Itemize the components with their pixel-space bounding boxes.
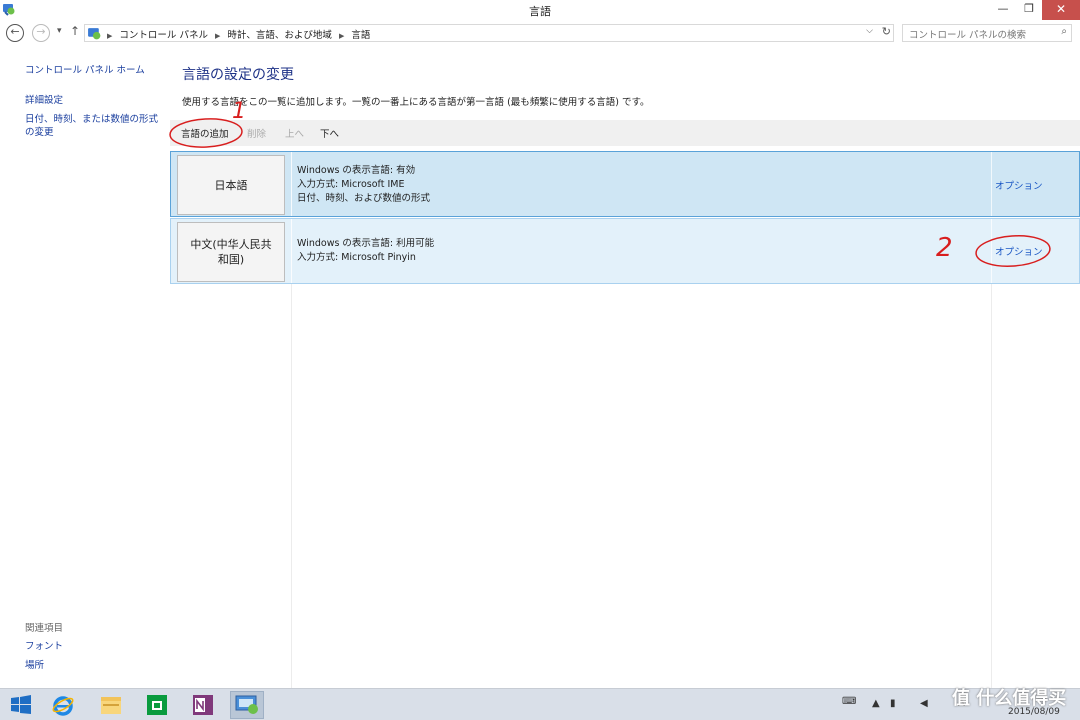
chevron-right-icon[interactable]: ▶ <box>339 32 344 40</box>
page-title: 言語の設定の変更 <box>182 67 294 83</box>
onenote-icon <box>193 695 213 715</box>
language-name-line2: 和国) <box>217 253 245 266</box>
search-input[interactable]: コントロール パネルの検索 ⌕ <box>902 24 1072 42</box>
clock-date[interactable]: 2015/08/09 <box>1008 707 1060 717</box>
date-time-format-link[interactable]: 日付、時刻、または数値の形式の変更 <box>25 113 165 139</box>
input-method: 入力方式: Microsoft IME <box>297 179 405 190</box>
related-heading: 関連項目 <box>25 623 64 634</box>
internet-explorer-icon <box>52 696 74 716</box>
volume-icon[interactable]: ◀ <box>920 698 928 709</box>
move-down-button[interactable]: 下へ <box>320 126 339 140</box>
language-info: Windows の表示言語: 有効 入力方式: Microsoft IME 日付… <box>297 164 430 206</box>
breadcrumb-control-panel[interactable]: コントロール パネル <box>119 30 208 41</box>
recent-locations-chevron-icon[interactable]: ▾ <box>57 26 62 36</box>
folder-icon <box>101 697 121 714</box>
display-language-status: Windows の表示言語: 有効 <box>297 165 416 176</box>
forward-button[interactable]: → <box>32 24 50 42</box>
show-hidden-icons-icon[interactable]: ▲ <box>872 698 880 709</box>
file-explorer-button[interactable] <box>94 691 128 719</box>
taskbar: ⌨ ▲ ▮ ◀ A <box>0 688 1080 720</box>
maximize-button[interactable]: ❐ <box>1016 0 1042 20</box>
input-method: 入力方式: Microsoft Pinyin <box>297 252 416 263</box>
onenote-button[interactable] <box>186 691 220 719</box>
network-icon[interactable]: ▮ <box>890 698 896 709</box>
grid-line <box>991 284 992 688</box>
window-title: 言語 <box>529 5 551 18</box>
page-description: 使用する言語をこの一覧に追加します。一覧の一番上にある言語が第一言語 (最も頻繁… <box>182 97 650 108</box>
language-row-japanese[interactable]: 日本語 Windows の表示言語: 有効 入力方式: Microsoft IM… <box>170 151 1080 217</box>
chevron-right-icon[interactable]: ▶ <box>215 32 220 40</box>
arrow-left-icon: ← <box>10 25 20 38</box>
fonts-link[interactable]: フォント <box>25 640 63 653</box>
language-row-chinese[interactable]: 中文(中华人民共 和国) Windows の表示言語: 利用可能 入力方式: M… <box>170 218 1080 284</box>
display-language-status: Windows の表示言語: 利用可能 <box>297 238 435 249</box>
windows-logo-icon <box>11 695 31 714</box>
divider <box>991 219 992 283</box>
language-info: Windows の表示言語: 利用可能 入力方式: Microsoft Piny… <box>297 237 434 265</box>
control-panel-icon <box>88 28 101 40</box>
options-link-chinese[interactable]: オプション <box>995 244 1043 258</box>
title-bar: 言語 — ❐ ✕ <box>0 0 1080 20</box>
close-button[interactable]: ✕ <box>1042 0 1080 20</box>
language-toolbar: 言語の追加 削除 上へ 下へ <box>170 120 1080 146</box>
address-bar[interactable]: ▶ コントロール パネル ▶ 時計、言語、および地域 ▶ 言語 ⌵ ↻ <box>84 24 894 42</box>
options-link-japanese[interactable]: オプション <box>995 178 1043 192</box>
keyboard-icon[interactable]: ⌨ <box>842 696 856 707</box>
control-panel-home-link[interactable]: コントロール パネル ホーム <box>25 64 145 77</box>
start-button[interactable] <box>4 691 38 719</box>
language-name: 日本語 <box>214 178 248 192</box>
advanced-settings-link[interactable]: 詳細設定 <box>25 94 63 107</box>
address-dropdown-icon[interactable]: ⌵ <box>866 26 873 36</box>
language-tile: 日本語 <box>177 155 285 215</box>
language-name-line1: 中文(中华人民共 <box>190 238 272 251</box>
internet-explorer-button[interactable] <box>46 691 80 719</box>
language-tile: 中文(中华人民共 和国) <box>177 222 285 282</box>
location-link[interactable]: 場所 <box>25 659 44 672</box>
divider <box>291 219 292 283</box>
divider <box>991 152 992 216</box>
store-button[interactable] <box>140 691 174 719</box>
grid-line <box>291 284 292 688</box>
format-status: 日付、時刻、および数値の形式 <box>297 193 431 204</box>
search-placeholder: コントロール パネルの検索 <box>909 30 1027 41</box>
arrow-right-icon: → <box>36 25 46 38</box>
remove-button[interactable]: 削除 <box>247 126 266 140</box>
breadcrumb-clock-language-region[interactable]: 時計、言語、および地域 <box>227 30 332 41</box>
back-button[interactable]: ← <box>6 24 24 42</box>
store-icon <box>147 695 167 715</box>
control-panel-icon <box>235 695 258 714</box>
move-up-button[interactable]: 上へ <box>285 126 304 140</box>
minimize-button[interactable]: — <box>990 0 1016 20</box>
up-arrow-icon[interactable]: ↑ <box>70 24 80 38</box>
chevron-right-icon: ▶ <box>107 32 113 40</box>
navigation-bar: ← → ▾ ↑ ▶ コントロール パネル ▶ 時計、言語、および地域 ▶ 言語 … <box>0 20 1080 46</box>
divider <box>291 152 292 216</box>
add-language-button[interactable]: 言語の追加 <box>181 126 229 140</box>
control-panel-taskbar-button[interactable] <box>230 691 264 719</box>
breadcrumb-language[interactable]: 言語 <box>351 30 370 41</box>
breadcrumb: ▶ コントロール パネル ▶ 時計、言語、および地域 ▶ 言語 <box>107 27 374 41</box>
left-pane: コントロール パネル ホーム 詳細設定 日付、時刻、または数値の形式の変更 関連… <box>0 46 170 688</box>
refresh-icon[interactable]: ↻ <box>882 25 891 38</box>
search-icon[interactable]: ⌕ <box>1061 26 1067 37</box>
